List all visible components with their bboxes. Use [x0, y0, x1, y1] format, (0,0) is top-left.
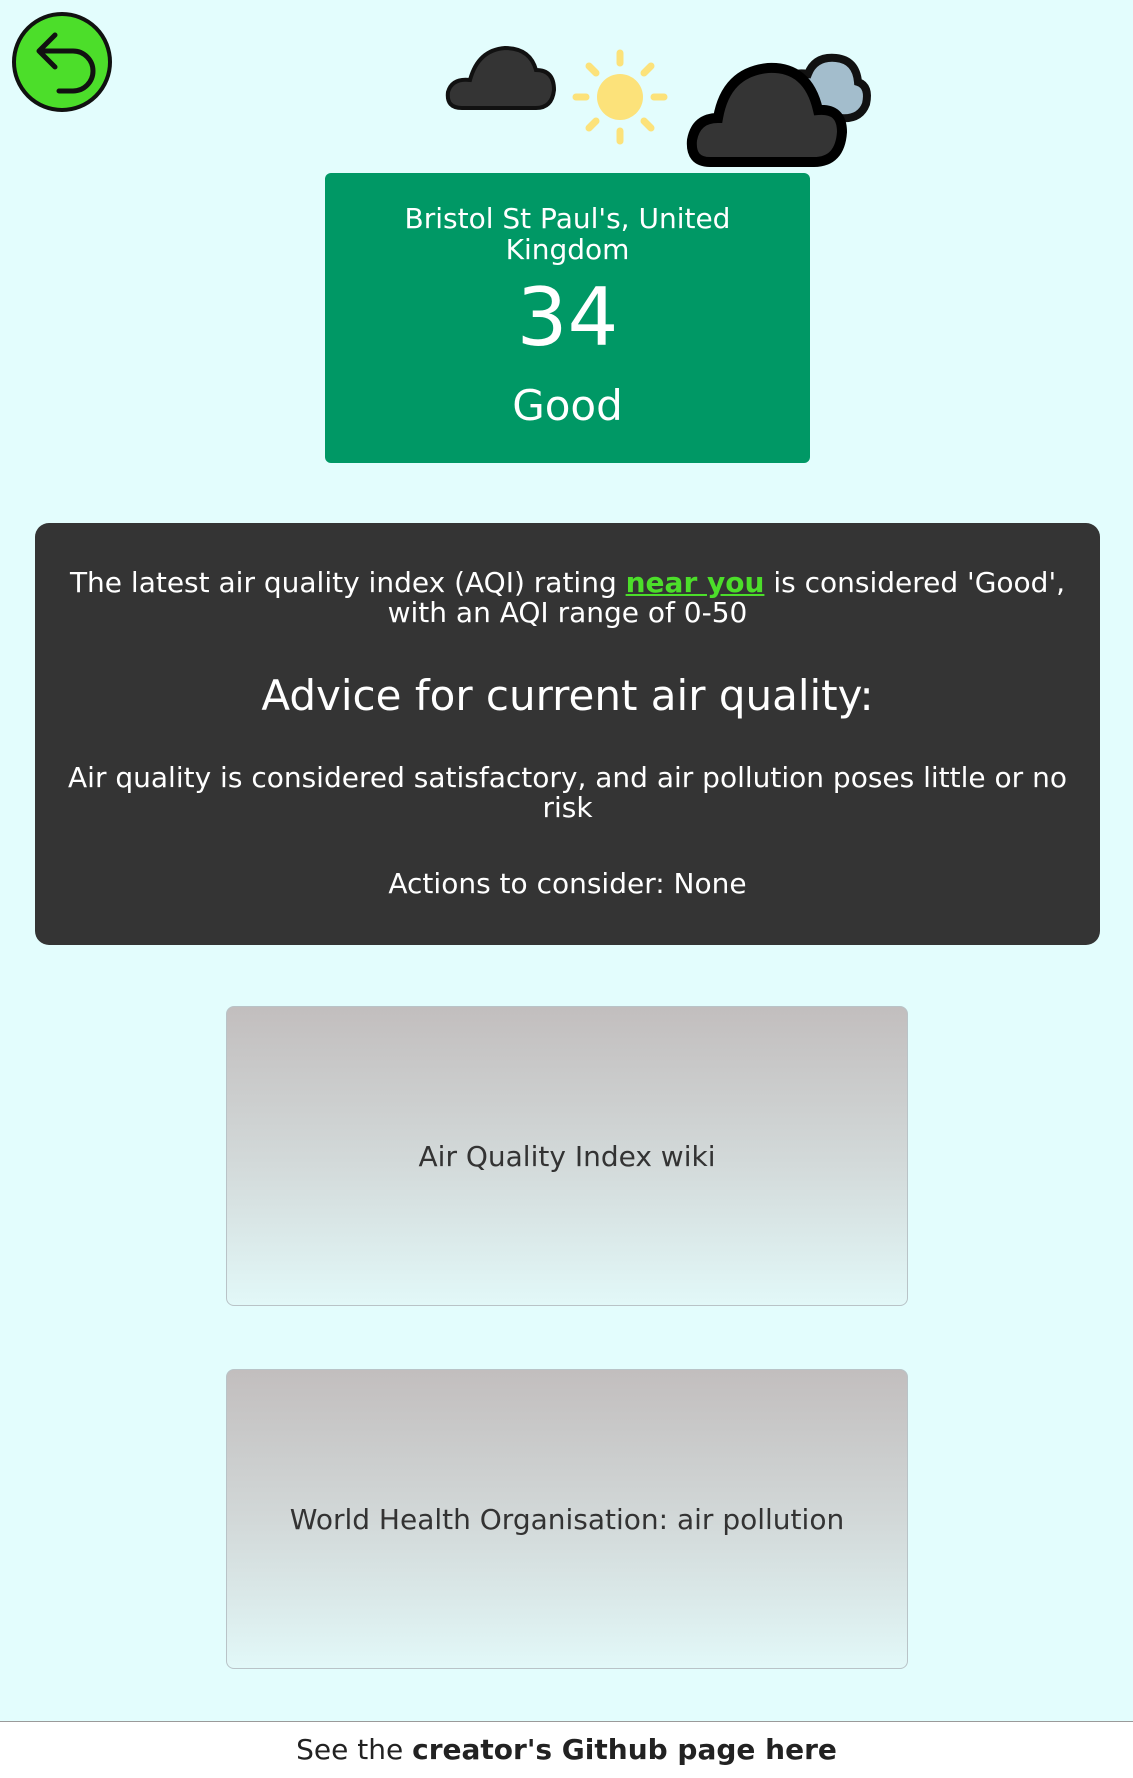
advice-text: Air quality is considered satisfactory, … — [68, 761, 1067, 824]
aqi-wiki-link-label: Air Quality Index wiki — [418, 1139, 716, 1173]
advice-summary: The latest air quality index (AQI) ratin… — [55, 568, 1080, 628]
near-you-link[interactable]: near you — [626, 566, 765, 599]
aqi-card: Bristol St Paul's, United Kingdom 34 Goo… — [325, 173, 810, 463]
github-link[interactable]: creator's Github page here — [412, 1733, 837, 1766]
aqi-location: Bristol St Paul's, United Kingdom — [404, 202, 731, 266]
aqi-value: 34 — [516, 271, 619, 364]
aqi-category: Good — [512, 381, 623, 430]
advice-actions: Actions to consider: None — [388, 867, 747, 900]
footer: See the creator's Github page here — [0, 1721, 1133, 1778]
footer-prefix: See the — [296, 1733, 413, 1766]
who-air-pollution-link[interactable]: World Health Organisation: air pollution — [226, 1369, 908, 1669]
cloud-with-cloud-icon — [686, 53, 871, 167]
who-air-pollution-link-label: World Health Organisation: air pollution — [289, 1502, 845, 1536]
cloud-icon — [445, 45, 557, 110]
summary-before: The latest air quality index (AQI) ratin… — [69, 566, 626, 599]
sun-icon — [572, 49, 668, 145]
advice-heading: Advice for current air quality: — [261, 671, 874, 720]
aqi-wiki-link[interactable]: Air Quality Index wiki — [226, 1006, 908, 1306]
advice-panel: The latest air quality index (AQI) ratin… — [35, 523, 1100, 945]
weather-icons — [445, 45, 871, 167]
